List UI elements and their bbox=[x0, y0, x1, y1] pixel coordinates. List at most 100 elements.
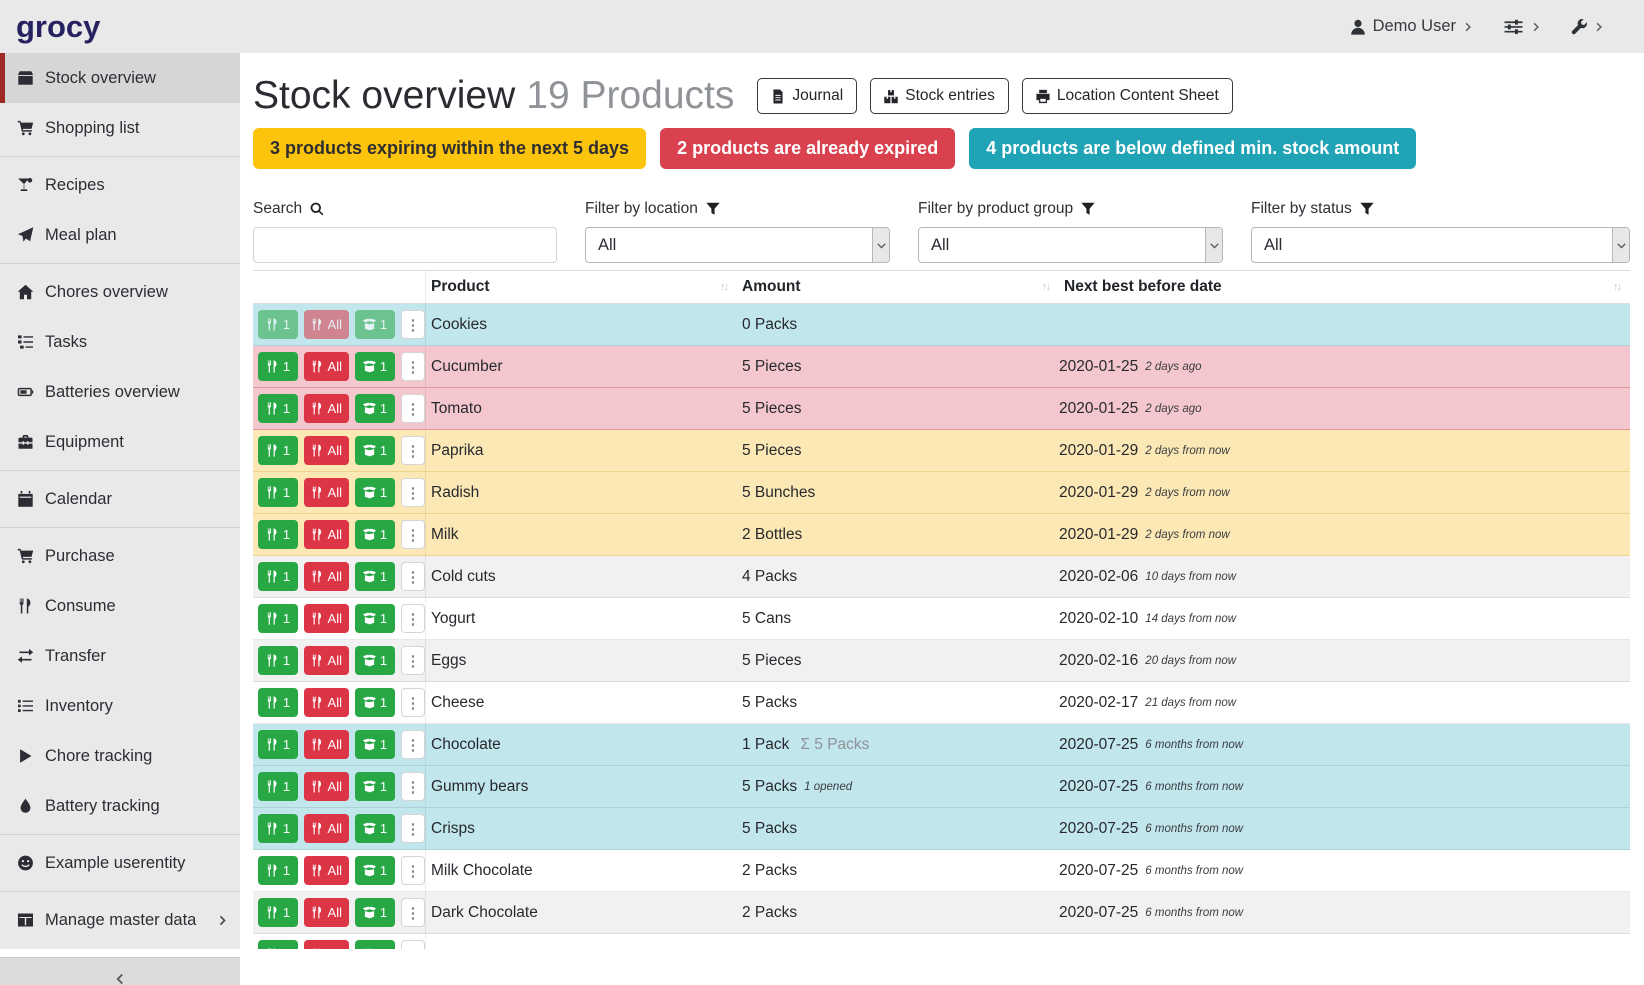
consume-one-button[interactable]: 1 bbox=[258, 394, 298, 423]
row-menu-button[interactable]: ⋮ bbox=[401, 604, 425, 633]
journal-button[interactable]: Journal bbox=[757, 78, 857, 114]
status-filter-select[interactable]: All bbox=[1251, 227, 1630, 263]
sidebar-item-chore-tracking[interactable]: Chore tracking bbox=[0, 731, 240, 781]
open-one-button[interactable]: 1 bbox=[355, 730, 395, 759]
consume-all-button[interactable]: All bbox=[304, 436, 349, 465]
consume-all-button[interactable]: All bbox=[304, 856, 349, 885]
open-one-button[interactable]: 1 bbox=[355, 856, 395, 885]
alert-badge-2[interactable]: 2 products are already expired bbox=[660, 128, 955, 169]
consume-all-button[interactable]: All bbox=[304, 562, 349, 591]
search-input[interactable] bbox=[253, 227, 557, 263]
consume-all-button[interactable]: All bbox=[304, 814, 349, 843]
consume-all-button[interactable]: All bbox=[304, 772, 349, 801]
row-menu-button[interactable]: ⋮ bbox=[401, 772, 425, 801]
location-content-sheet-button[interactable]: Location Content Sheet bbox=[1022, 78, 1233, 114]
sidebar-item-recipes[interactable]: Recipes bbox=[0, 160, 240, 210]
consume-all-button[interactable]: All bbox=[304, 310, 349, 339]
consume-one-button[interactable]: 1 bbox=[258, 814, 298, 843]
stock-entries-button[interactable]: Stock entries bbox=[870, 78, 1009, 114]
sidebar-item-manage-master-data[interactable]: Manage master data bbox=[0, 895, 240, 945]
open-one-button[interactable]: 1 bbox=[355, 898, 395, 927]
consume-all-button[interactable]: All bbox=[304, 394, 349, 423]
open-one-button[interactable]: 1 bbox=[355, 646, 395, 675]
open-one-button[interactable]: 1 bbox=[355, 772, 395, 801]
sidebar-item-stock-overview[interactable]: Stock overview bbox=[0, 53, 240, 103]
row-menu-button[interactable]: ⋮ bbox=[401, 352, 425, 381]
sidebar-item-inventory[interactable]: Inventory bbox=[0, 681, 240, 731]
row-menu-button[interactable]: ⋮ bbox=[401, 940, 425, 949]
consume-all-button[interactable]: All bbox=[304, 898, 349, 927]
consume-all-button[interactable]: All bbox=[304, 730, 349, 759]
row-menu-button[interactable]: ⋮ bbox=[401, 562, 425, 591]
consume-one-button[interactable]: 1 bbox=[258, 898, 298, 927]
sidebar-item-purchase[interactable]: Purchase bbox=[0, 531, 240, 581]
consume-all-button[interactable]: All bbox=[304, 940, 349, 949]
sidebar-item-tasks[interactable]: Tasks bbox=[0, 317, 240, 367]
consume-one-button[interactable]: 1 bbox=[258, 688, 298, 717]
open-one-button[interactable]: 1 bbox=[355, 394, 395, 423]
row-menu-button[interactable]: ⋮ bbox=[401, 898, 425, 927]
row-menu-button[interactable]: ⋮ bbox=[401, 688, 425, 717]
consume-one-button[interactable]: 1 bbox=[258, 310, 298, 339]
sidebar-item-consume[interactable]: Consume bbox=[0, 581, 240, 631]
alert-badge-3[interactable]: 4 products are below defined min. stock … bbox=[969, 128, 1416, 169]
sidebar-item-battery-tracking[interactable]: Battery tracking bbox=[0, 781, 240, 831]
sidebar-item-meal-plan[interactable]: Meal plan bbox=[0, 210, 240, 260]
location-filter-select[interactable]: All bbox=[585, 227, 890, 263]
open-one-button[interactable]: 1 bbox=[355, 352, 395, 381]
open-one-button[interactable]: 1 bbox=[355, 688, 395, 717]
consume-one-button[interactable]: 1 bbox=[258, 940, 298, 949]
consume-one-button[interactable]: 1 bbox=[258, 772, 298, 801]
table-row-cucumber: 1All1⋮Cucumber5 Pieces2020-01-252 days a… bbox=[253, 346, 1630, 388]
sort-icon[interactable]: ↑↓ bbox=[1042, 281, 1049, 293]
row-menu-button[interactable]: ⋮ bbox=[401, 310, 425, 339]
open-one-button[interactable]: 1 bbox=[355, 940, 395, 949]
admin-menu[interactable] bbox=[1571, 19, 1604, 35]
consume-all-button[interactable]: All bbox=[304, 646, 349, 675]
sidebar-item-chores-overview[interactable]: Chores overview bbox=[0, 267, 240, 317]
settings-menu[interactable] bbox=[1503, 18, 1541, 36]
row-menu-button[interactable]: ⋮ bbox=[401, 856, 425, 885]
consume-one-button[interactable]: 1 bbox=[258, 562, 298, 591]
row-menu-button[interactable]: ⋮ bbox=[401, 646, 425, 675]
sidebar-item-shopping-list[interactable]: Shopping list bbox=[0, 103, 240, 153]
sidebar-item-equipment[interactable]: Equipment bbox=[0, 417, 240, 467]
row-menu-button[interactable]: ⋮ bbox=[401, 520, 425, 549]
consume-one-button[interactable]: 1 bbox=[258, 646, 298, 675]
open-one-button[interactable]: 1 bbox=[355, 562, 395, 591]
sidebar-item-example-userentity[interactable]: Example userentity bbox=[0, 838, 240, 888]
open-one-button[interactable]: 1 bbox=[355, 604, 395, 633]
open-one-button[interactable]: 1 bbox=[355, 520, 395, 549]
consume-one-button[interactable]: 1 bbox=[258, 352, 298, 381]
open-one-button[interactable]: 1 bbox=[355, 310, 395, 339]
sidebar-item-transfer[interactable]: Transfer bbox=[0, 631, 240, 681]
consume-all-button[interactable]: All bbox=[304, 604, 349, 633]
consume-one-button[interactable]: 1 bbox=[258, 520, 298, 549]
row-menu-button[interactable]: ⋮ bbox=[401, 478, 425, 507]
consume-all-button[interactable]: All bbox=[304, 352, 349, 381]
open-one-button[interactable]: 1 bbox=[355, 436, 395, 465]
sort-icon[interactable]: ↑↓ bbox=[1613, 281, 1620, 293]
row-menu-button[interactable]: ⋮ bbox=[401, 814, 425, 843]
consume-all-button[interactable]: All bbox=[304, 520, 349, 549]
consume-all-button[interactable]: All bbox=[304, 688, 349, 717]
user-menu[interactable]: Demo User bbox=[1350, 17, 1473, 36]
sort-icon[interactable]: ↑↓ bbox=[720, 281, 727, 293]
app-logo[interactable]: grocy bbox=[16, 9, 100, 45]
open-one-button[interactable]: 1 bbox=[355, 478, 395, 507]
row-menu-button[interactable]: ⋮ bbox=[401, 436, 425, 465]
consume-all-button[interactable]: All bbox=[304, 478, 349, 507]
consume-one-button[interactable]: 1 bbox=[258, 856, 298, 885]
row-menu-button[interactable]: ⋮ bbox=[401, 394, 425, 423]
sidebar-collapse-button[interactable] bbox=[0, 957, 240, 985]
consume-one-button[interactable]: 1 bbox=[258, 604, 298, 633]
row-menu-button[interactable]: ⋮ bbox=[401, 730, 425, 759]
open-one-button[interactable]: 1 bbox=[355, 814, 395, 843]
sidebar-item-calendar[interactable]: Calendar bbox=[0, 474, 240, 524]
consume-one-button[interactable]: 1 bbox=[258, 436, 298, 465]
alert-badge-1[interactable]: 3 products expiring within the next 5 da… bbox=[253, 128, 646, 169]
product-group-filter-select[interactable]: All bbox=[918, 227, 1223, 263]
consume-one-button[interactable]: 1 bbox=[258, 730, 298, 759]
sidebar-item-batteries-overview[interactable]: Batteries overview bbox=[0, 367, 240, 417]
consume-one-button[interactable]: 1 bbox=[258, 478, 298, 507]
